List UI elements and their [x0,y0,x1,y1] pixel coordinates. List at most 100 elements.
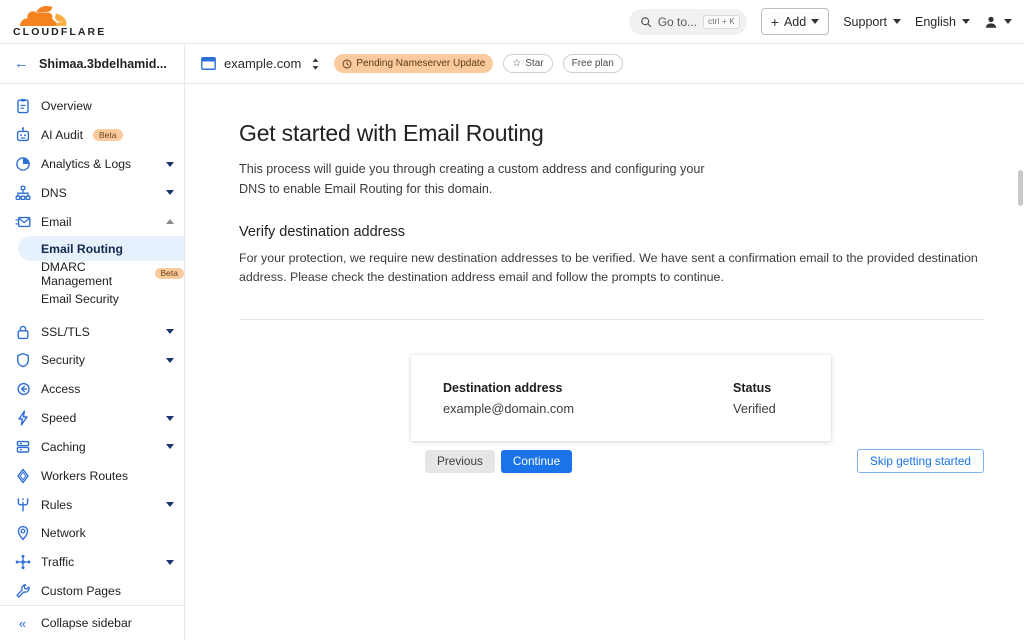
star-icon: ☆ [512,58,522,69]
destination-address-value: example@domain.com [443,400,575,416]
zone-selector[interactable]: example.com [201,56,301,71]
cloudflare-cloud-icon [19,6,67,26]
sidebar-subitem-label: Email Security [41,291,119,306]
destination-address-card: Destination address example@domain.com S… [411,355,831,441]
chevron-down-icon [811,19,820,24]
chevron-down-icon[interactable] [166,190,174,196]
sidebar-item-label: Speed [41,411,77,426]
status-value: Verified [733,400,776,416]
chevron-down-icon[interactable] [166,357,174,363]
arrow-left-icon[interactable]: ← [14,56,29,71]
map-pin-icon [14,525,31,542]
continue-button[interactable]: Continue [500,449,573,473]
top-navigation-bar: CLOUDFLARE Go to... ctrl + K + Add Suppo… [0,0,1024,44]
sidebar-item-label: Overview [41,99,92,114]
sidebar-item-overview[interactable]: Overview [0,92,184,121]
access-arrow-icon [14,381,31,398]
breadcrumb-bar: ← Shimaa.3bdelhamid... example.com Pendi… [0,44,1024,84]
sidebar-item-label: Rules [41,497,73,512]
sidebar-item-label: Network [41,526,86,541]
sidebar-item-label: Email [41,214,72,229]
sidebar-item-network[interactable]: Network [0,519,184,548]
sidebar-item-workers-routes[interactable]: Workers Routes [0,461,184,490]
sidebar-item-label: SSL/TLS [41,324,90,339]
section-title-verify-destination: Verify destination address [239,224,406,241]
sidebar-item-ai-audit[interactable]: AI Audit Beta [0,121,184,150]
chevron-down-icon [893,19,901,24]
sidebar-item-caching[interactable]: Caching [0,432,184,461]
section-body-verify-destination: For your protection, we require new dest… [239,251,978,285]
wrench-icon [14,583,31,600]
sidebar-item-email-routing[interactable]: Email Routing [18,236,184,262]
language-menu[interactable]: English [915,15,970,29]
sidebar-item-email[interactable]: Email [0,207,184,236]
vertical-scrollbar[interactable] [1018,170,1023,206]
chevron-up-icon[interactable] [166,219,174,225]
sidebar-subitem-label: DMARC Management [41,259,113,288]
zone-breadcrumb: example.com Pending Nameserver Update ☆ … [185,54,623,73]
sidebar-item-label: AI Audit [41,128,84,143]
skip-getting-started-button[interactable]: Skip getting started [857,449,984,473]
chevron-down-icon[interactable] [166,502,174,508]
support-menu[interactable]: Support [843,15,901,29]
user-avatar-icon [985,16,997,28]
add-button[interactable]: + Add [760,8,830,35]
global-search[interactable]: Go to... ctrl + K [628,8,747,35]
sidebar-item-traffic[interactable]: Traffic [0,548,184,577]
chevron-down-icon[interactable] [166,559,174,565]
chevron-down-icon [1004,19,1012,24]
sidebar-item-label: Access [41,382,81,397]
chevron-down-icon[interactable] [166,329,174,335]
cloudflare-logo[interactable]: CLOUDFLARE [10,6,106,37]
sidebar-item-dns[interactable]: DNS [0,178,184,207]
plan-badge[interactable]: Free plan [562,54,623,73]
chevron-down-icon[interactable] [166,415,174,421]
sidebar-item-dmarc-management[interactable]: DMARC Management Beta [0,259,184,288]
sidebar-item-custom-pages[interactable]: Custom Pages [0,577,184,606]
nodes-icon [14,554,31,571]
chevron-down-icon[interactable] [166,161,174,167]
page-description: This process will guide you through crea… [239,162,705,196]
sidebar-item-label: Workers Routes [41,468,129,483]
star-button[interactable]: ☆ Star [503,54,553,73]
language-menu-label: English [915,14,956,29]
shield-icon [14,352,31,369]
envelope-icon [14,213,31,230]
search-placeholder: Go to... [657,14,698,29]
sidebar-item-label: Custom Pages [41,584,121,598]
user-menu[interactable] [984,15,1012,29]
search-icon [640,16,651,27]
sidebar-item-email-security[interactable]: Email Security [0,286,184,311]
sidebar-item-speed[interactable]: Speed [0,404,184,433]
plus-icon: + [770,13,779,30]
sidebar-item-access[interactable]: Access [0,375,184,404]
page-body: Overview AI Audit Beta Analytics & Logs [0,84,1024,640]
sidebar: Overview AI Audit Beta Analytics & Logs [0,84,185,640]
pie-chart-icon [14,156,31,173]
content-divider [239,319,984,321]
destination-address-header: Destination address [443,380,563,395]
sidebar-item-ssl-tls[interactable]: SSL/TLS [0,317,184,346]
robot-icon [14,127,31,144]
status-badge-pending-nameserver: Pending Nameserver Update [334,54,494,73]
sidebar-item-security[interactable]: Security [0,346,184,375]
chevrons-left-icon: « [18,615,27,631]
sidebar-item-analytics-logs[interactable]: Analytics & Logs [0,150,184,179]
email-subnav: Email Routing DMARC Management Beta Emai… [0,236,184,311]
search-shortcut-badge: ctrl + K [703,14,740,29]
chevron-down-icon[interactable] [166,444,174,450]
account-breadcrumb[interactable]: ← Shimaa.3bdelhamid... [0,44,185,83]
sidebar-subitem-label: Email Routing [41,241,123,256]
status-column: Status Verified [733,381,776,416]
add-button-label: Add [783,14,807,29]
plan-label: Free plan [571,58,614,69]
page-title: Get started with Email Routing [239,120,544,146]
cloudflare-dashboard: CLOUDFLARE Go to... ctrl + K + Add Suppo… [0,0,1024,640]
cloudflare-wordmark: CLOUDFLARE [13,26,107,38]
previous-button[interactable]: Previous [425,449,495,473]
sidebar-item-label: Analytics & Logs [41,157,132,172]
trident-icon [14,496,31,513]
sidebar-item-rules[interactable]: Rules [0,490,184,519]
chevron-up-down-icon[interactable] [311,57,320,71]
collapse-sidebar-button[interactable]: « Collapse sidebar [0,605,184,640]
